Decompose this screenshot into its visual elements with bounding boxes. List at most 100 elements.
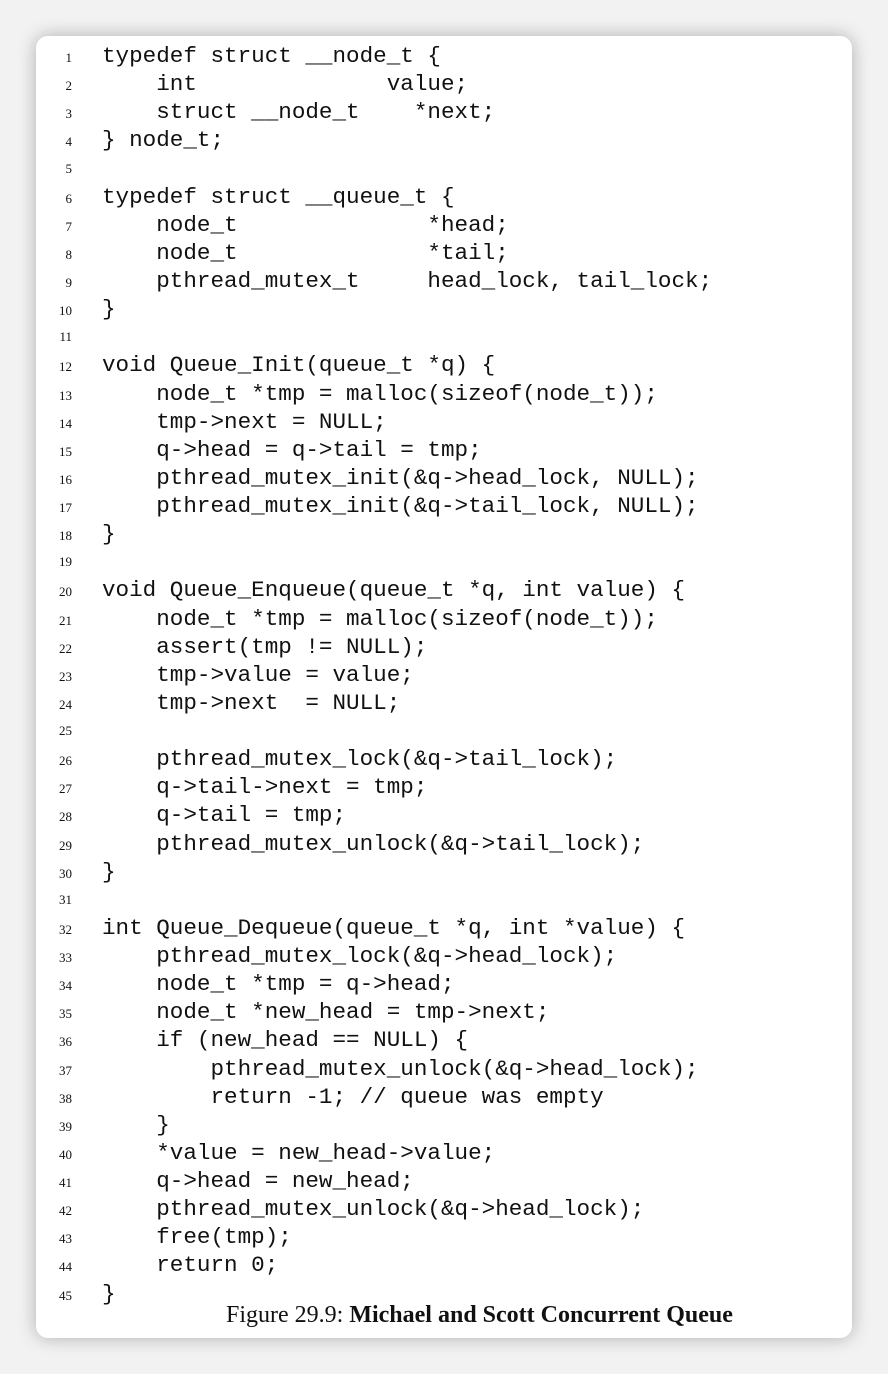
line-number: 20	[59, 584, 72, 600]
line-number: 38	[59, 1090, 72, 1106]
code-line: 40 *value = new_head->value;	[36, 1139, 852, 1167]
code-line: 37 pthread_mutex_unlock(&q->head_lock);	[36, 1055, 852, 1083]
line-number: 27	[59, 781, 72, 797]
code-line: 32 int Queue_Dequeue(queue_t *q, int *val…	[36, 914, 852, 942]
line-number: 8	[65, 246, 73, 262]
code-line: 22 assert(tmp != NULL);	[36, 633, 852, 661]
line-number: 9	[65, 275, 73, 290]
code-line: 18}	[36, 520, 852, 548]
line-code: }	[102, 521, 116, 548]
code-line: 11	[36, 323, 852, 351]
code-line: 25	[36, 717, 852, 745]
line-code: node_t *tmp = q->head;	[102, 971, 455, 998]
line-code: }	[102, 296, 116, 323]
line-number: 34	[59, 978, 72, 994]
line-code: typedef struct __node_t {	[102, 43, 441, 69]
line-number: 21	[59, 612, 72, 628]
line-number: 42	[59, 1203, 72, 1219]
code-line: 39 }	[36, 1111, 852, 1139]
line-number: 30	[59, 865, 72, 881]
line-code: *value = new_head->value;	[102, 1139, 496, 1166]
code-line: 1 typedef struct __node_t {	[36, 42, 852, 70]
line-number: 37	[59, 1062, 72, 1078]
line-number: 24	[59, 696, 72, 712]
line-number: 41	[59, 1175, 72, 1190]
line-number: 23	[59, 668, 72, 684]
line-code: tmp->next = NULL;	[102, 689, 401, 716]
code-line: 44 return 0;	[36, 1251, 852, 1279]
line-code: pthread_mutex_init(&q->tail_lock, NULL);	[102, 493, 699, 519]
line-number: 4	[65, 134, 73, 150]
line-number: 10	[59, 303, 72, 319]
line-number: 16	[59, 471, 72, 487]
code-line: 17 pthread_mutex_init(&q->tail_lock, NUL…	[36, 492, 852, 520]
code-line: 20 void Queue_Enqueue(queue_t *q, int val…	[36, 576, 852, 604]
code-line: 3 struct __node_t *next;	[36, 98, 852, 126]
code-line: 16 pthread_mutex_init(&q->head_lock, NUL…	[36, 464, 852, 492]
line-number: 12	[59, 359, 72, 375]
code-line: 7 node_t *head;	[36, 211, 852, 239]
code-line: 28 q->tail = tmp;	[36, 801, 852, 829]
line-code: pthread_mutex_unlock(&q->tail_lock);	[102, 830, 645, 857]
code-line: 21 node_t *tmp = malloc(sizeof(node_t));	[36, 605, 852, 633]
line-number: 26	[59, 753, 72, 769]
code-line: 43 free(tmp);	[36, 1223, 852, 1251]
figure-title: Michael and Scott Concurrent Queue	[349, 1302, 733, 1328]
code-line: 8 node_t *tail;	[36, 239, 852, 267]
code-line: 24 tmp->next = NULL;	[36, 689, 852, 717]
line-number: 32	[59, 921, 72, 937]
line-code: }	[102, 1280, 116, 1307]
line-code: assert(tmp != NULL);	[102, 633, 428, 660]
line-code: q->head = q->tail = tmp;	[102, 436, 482, 463]
line-code: node_t *tmp = malloc(sizeof(node_t));	[102, 605, 658, 632]
code-line: 42 pthread_mutex_unlock(&q->head_lock);	[36, 1195, 852, 1223]
code-line: 30}	[36, 858, 852, 886]
line-code: pthread_mutex_unlock(&q->head_lock);	[102, 1196, 645, 1223]
line-number: 5	[65, 160, 73, 176]
code-line: 14 tmp->next = NULL;	[36, 408, 852, 436]
line-number: 43	[59, 1231, 72, 1247]
code-line: 33 pthread_mutex_lock(&q->head_lock);	[36, 942, 852, 970]
figure-caption: Figure 29.9: Michael and Scott Concurren…	[226, 1302, 733, 1329]
line-code: if (new_head == NULL) {	[102, 1027, 469, 1054]
line-number: 33	[59, 950, 72, 965]
code-line: 19	[36, 548, 852, 576]
line-number: 6	[65, 190, 73, 206]
line-code: pthread_mutex_t head_lock, tail_lock;	[102, 268, 713, 294]
line-number: 22	[59, 640, 72, 656]
line-code: node_t *tmp = malloc(sizeof(node_t));	[102, 380, 658, 407]
figure-label: Figure 29.9:	[226, 1302, 350, 1328]
code-line: 5	[36, 155, 852, 183]
code-line: 9 pthread_mutex_t head_lock, tail_lock;	[36, 267, 852, 295]
code-line: 13 node_t *tmp = malloc(sizeof(node_t));	[36, 380, 852, 408]
line-code: node_t *head;	[102, 211, 509, 238]
line-number: 7	[65, 218, 73, 234]
line-code: return -1; // queue was empty	[102, 1083, 604, 1110]
line-number: 3	[65, 106, 73, 122]
line-number: 17	[59, 500, 72, 515]
line-code: int value;	[102, 71, 469, 98]
code-line: 2 int value;	[36, 70, 852, 98]
line-code: tmp->value = value;	[102, 661, 414, 688]
line-code: pthread_mutex_lock(&q->tail_lock);	[102, 746, 618, 773]
line-number: 25	[59, 723, 72, 738]
code-line: 23 tmp->value = value;	[36, 661, 852, 689]
line-code: q->tail = tmp;	[102, 802, 347, 829]
code-line: 38 return -1; // queue was empty	[36, 1083, 852, 1111]
line-number: 11	[59, 329, 72, 345]
code-line: 41 q->head = new_head;	[36, 1167, 852, 1195]
line-code: node_t *tail;	[102, 239, 509, 266]
line-code: return 0;	[102, 1252, 279, 1279]
code-line: 36 if (new_head == NULL) {	[36, 1026, 852, 1054]
line-number: 40	[59, 1146, 72, 1162]
line-number: 45	[59, 1287, 72, 1303]
line-number: 1	[65, 50, 73, 65]
line-code: node_t *new_head = tmp->next;	[102, 999, 550, 1026]
line-code: } node_t;	[102, 127, 225, 154]
code-line: 27 q->tail->next = tmp;	[36, 773, 852, 801]
line-code: struct __node_t *next;	[102, 99, 496, 126]
line-code: tmp->next = NULL;	[102, 408, 387, 435]
line-number: 36	[59, 1034, 72, 1050]
line-number: 15	[59, 443, 72, 459]
line-number: 28	[59, 809, 72, 825]
